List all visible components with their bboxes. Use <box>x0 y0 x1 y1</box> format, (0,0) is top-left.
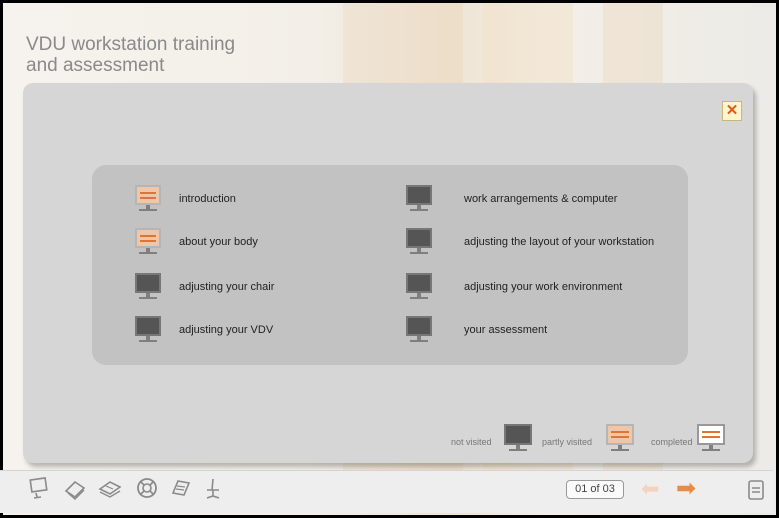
menu-item-about-your-body[interactable]: about your body <box>135 228 258 256</box>
not-visited-monitor-icon <box>135 316 161 344</box>
legend-partly-visited-label: partly visited <box>542 437 593 447</box>
menu-item-label: adjusting your chair <box>179 281 275 293</box>
not-visited-monitor-icon <box>135 273 161 301</box>
app-title: VDU workstation training and assessment <box>26 34 235 76</box>
next-button[interactable]: ➡ <box>676 477 708 501</box>
app-title-line1: VDU workstation training <box>26 34 236 55</box>
notepad-icon[interactable] <box>166 476 196 506</box>
partly-visited-monitor-icon <box>135 185 161 213</box>
menu-item-adjusting-your-vdv[interactable]: adjusting your VDV <box>135 316 273 344</box>
close-icon: ✕ <box>725 102 739 119</box>
menu-item-adjusting-your-chair[interactable]: adjusting your chair <box>135 273 274 301</box>
print-button[interactable] <box>747 479 765 501</box>
printer-icon <box>748 480 764 500</box>
book-icon[interactable] <box>60 476 90 506</box>
menu-item-label: your assessment <box>464 324 548 336</box>
not-visited-monitor-icon <box>406 316 432 344</box>
menu-item-label: adjusting your work environment <box>464 281 623 293</box>
menu-item-your-assessment[interactable]: your assessment <box>406 316 547 344</box>
close-button[interactable]: ✕ <box>722 101 742 121</box>
arrow-left-icon: ⬅ <box>641 476 660 501</box>
chair-icon[interactable] <box>198 476 228 506</box>
menu-item-label: about your body <box>179 236 258 248</box>
menu-item-adjusting-layout[interactable]: adjusting the layout of your workstation <box>406 228 654 256</box>
books-icon[interactable] <box>95 476 125 506</box>
menu-item-label: adjusting your VDV <box>179 324 274 336</box>
monitor-icon[interactable] <box>24 476 54 506</box>
back-button[interactable]: ⬅ <box>641 476 669 501</box>
not-visited-monitor-icon <box>504 424 532 454</box>
page-counter: 01 of 03 <box>566 480 624 499</box>
partly-visited-monitor-icon <box>606 424 634 454</box>
arrow-right-icon: ➡ <box>676 475 697 502</box>
menu-item-adjusting-work-environment[interactable]: adjusting your work environment <box>406 273 622 301</box>
legend-completed-label: completed <box>651 437 693 447</box>
not-visited-monitor-icon <box>406 228 432 256</box>
menu-item-label: adjusting the layout of your workstation <box>464 236 655 248</box>
lifebuoy-icon[interactable] <box>132 476 162 506</box>
menu-item-label: work arrangements & computer <box>464 193 618 205</box>
menu-item-label: introduction <box>179 193 236 205</box>
completed-monitor-icon <box>697 424 725 454</box>
not-visited-monitor-icon <box>406 185 432 213</box>
legend-not-visited-label: not visited <box>451 437 492 447</box>
not-visited-monitor-icon <box>406 273 432 301</box>
menu-item-work-arrangements[interactable]: work arrangements & computer <box>406 185 617 213</box>
partly-visited-monitor-icon <box>135 228 161 256</box>
app-title-line2: and assessment <box>26 55 165 76</box>
menu-item-introduction[interactable]: introduction <box>135 185 236 213</box>
